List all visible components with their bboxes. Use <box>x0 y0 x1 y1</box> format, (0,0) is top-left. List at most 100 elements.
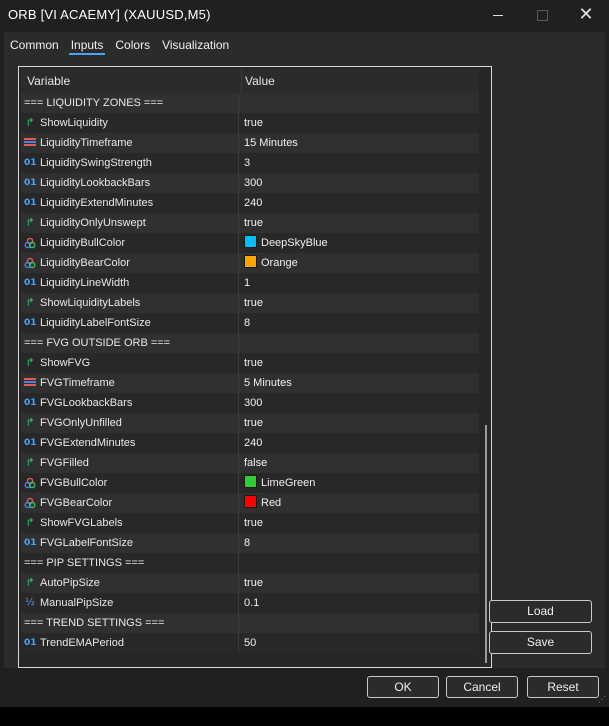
table-row[interactable]: ↱ ShowLiquidityLabels true <box>21 293 479 313</box>
variable-name: FVGOnlyUnfilled <box>40 417 122 429</box>
close-button[interactable]: ✕ <box>563 0 609 30</box>
value-cell[interactable]: 8 <box>242 313 250 333</box>
tab-visualization[interactable]: Visualization <box>156 32 235 56</box>
value-text: true <box>244 357 263 369</box>
value-cell[interactable]: 1 <box>242 273 250 293</box>
table-row[interactable]: ↱ ShowFVG true <box>21 353 479 373</box>
variable-cell: 01 LiquidityLookbackBars <box>21 173 239 193</box>
section-row[interactable]: === FVG OUTSIDE ORB === <box>21 333 479 353</box>
tab-inputs[interactable]: Inputs <box>65 32 110 56</box>
table-row[interactable]: ½ ManualPipSize 0.1 <box>21 593 479 613</box>
value-cell[interactable]: 3 <box>242 153 250 173</box>
value-cell[interactable]: 8 <box>242 533 250 553</box>
variable-cell: === PIP SETTINGS === <box>21 553 239 573</box>
load-button[interactable]: Load <box>489 600 592 623</box>
table-row[interactable]: LiquidityBearColor Orange <box>21 253 479 273</box>
bool-arrow-icon: ↱ <box>25 456 35 469</box>
ok-button[interactable]: OK <box>367 676 439 698</box>
variable-name: LiquidityBearColor <box>40 257 130 269</box>
table-row[interactable]: 01 LiquidityLookbackBars 300 <box>21 173 479 193</box>
value-cell[interactable]: 300 <box>242 393 262 413</box>
reset-button[interactable]: Reset <box>527 676 599 698</box>
grid-scrollbar[interactable] <box>485 425 487 663</box>
save-button[interactable]: Save <box>489 631 592 654</box>
value-cell[interactable]: Orange <box>242 253 298 273</box>
maximize-icon <box>536 9 548 21</box>
variable-cell: 01 LiquidityExtendMinutes <box>21 193 239 213</box>
variable-cell: ↱ FVGOnlyUnfilled <box>21 413 239 433</box>
value-cell[interactable]: true <box>242 573 263 593</box>
value-text: 15 Minutes <box>244 137 298 149</box>
table-row[interactable]: LiquidityBullColor DeepSkyBlue <box>21 233 479 253</box>
integer-icon: 01 <box>24 638 37 648</box>
value-cell[interactable]: 240 <box>242 433 262 453</box>
value-cell[interactable]: 15 Minutes <box>242 133 298 153</box>
bool-arrow-icon: ↱ <box>25 116 35 129</box>
table-row[interactable]: ↱ FVGOnlyUnfilled true <box>21 413 479 433</box>
value-cell[interactable]: 240 <box>242 193 262 213</box>
table-row[interactable]: 01 FVGExtendMinutes 240 <box>21 433 479 453</box>
variable-name: LiquidityBullColor <box>40 237 125 249</box>
table-row[interactable]: 01 LiquidityExtendMinutes 240 <box>21 193 479 213</box>
value-cell[interactable]: 300 <box>242 173 262 193</box>
variable-cell: ↱ FVGFilled <box>21 453 239 473</box>
table-row[interactable]: 01 LiquidityLabelFontSize 8 <box>21 313 479 333</box>
minimize-icon <box>493 14 503 16</box>
variable-cell: FVGBearColor <box>21 493 239 513</box>
value-cell[interactable]: true <box>242 513 263 533</box>
minimize-button[interactable] <box>475 0 521 30</box>
value-cell <box>242 553 244 573</box>
table-row[interactable]: ↱ ShowFVGLabels true <box>21 513 479 533</box>
variable-cell: LiquidityTimeframe <box>21 133 239 153</box>
value-cell[interactable]: 50 <box>242 633 256 653</box>
value-text: 5 Minutes <box>244 377 292 389</box>
value-cell[interactable]: Red <box>242 493 281 513</box>
variable-name: === TREND SETTINGS === <box>24 617 165 629</box>
table-row[interactable]: 01 LiquiditySwingStrength 3 <box>21 153 479 173</box>
column-header-value[interactable]: Value <box>242 69 275 93</box>
resize-grip-icon[interactable]: ⋰ <box>598 696 606 704</box>
value-cell[interactable]: true <box>242 413 263 433</box>
variable-cell: === FVG OUTSIDE ORB === <box>21 333 239 353</box>
tab-colors[interactable]: Colors <box>109 32 156 56</box>
value-cell[interactable]: false <box>242 453 267 473</box>
value-cell[interactable]: DeepSkyBlue <box>242 233 328 253</box>
variable-cell: 01 FVGExtendMinutes <box>21 433 239 453</box>
table-row[interactable]: 01 TrendEMAPeriod 50 <box>21 633 479 653</box>
table-row[interactable]: LiquidityTimeframe 15 Minutes <box>21 133 479 153</box>
value-text: 3 <box>244 157 251 169</box>
tab-common[interactable]: Common <box>4 32 65 56</box>
value-text: 300 <box>244 177 263 189</box>
table-row[interactable]: 01 LiquidityLineWidth 1 <box>21 273 479 293</box>
table-row[interactable]: 01 FVGLookbackBars 300 <box>21 393 479 413</box>
integer-icon: 01 <box>24 158 37 168</box>
section-row[interactable]: === LIQUIDITY ZONES === <box>21 93 479 113</box>
table-row[interactable]: FVGBearColor Red <box>21 493 479 513</box>
table-row[interactable]: FVGTimeframe 5 Minutes <box>21 373 479 393</box>
section-row[interactable]: === TREND SETTINGS === <box>21 613 479 633</box>
maximize-button[interactable] <box>519 0 565 30</box>
value-cell[interactable]: true <box>242 353 263 373</box>
integer-icon: 01 <box>24 538 37 548</box>
value-cell[interactable]: LimeGreen <box>242 473 315 493</box>
table-row[interactable]: FVGBullColor LimeGreen <box>21 473 479 493</box>
table-row[interactable]: 01 FVGLabelFontSize 8 <box>21 533 479 553</box>
variable-name: ShowLiquidity <box>40 117 108 129</box>
color-swatch <box>244 475 257 488</box>
value-cell[interactable]: true <box>242 113 263 133</box>
value-cell[interactable]: true <box>242 213 263 233</box>
value-cell[interactable]: 5 Minutes <box>242 373 292 393</box>
value-cell[interactable]: 0.1 <box>242 593 259 613</box>
variable-cell: 01 FVGLookbackBars <box>21 393 239 413</box>
value-cell[interactable]: true <box>242 293 263 313</box>
table-row[interactable]: ↱ LiquidityOnlyUnswept true <box>21 213 479 233</box>
integer-icon: 01 <box>24 438 37 448</box>
section-row[interactable]: === PIP SETTINGS === <box>21 553 479 573</box>
table-row[interactable]: ↱ ShowLiquidity true <box>21 113 479 133</box>
grid-header: Variable Value <box>21 69 479 93</box>
table-row[interactable]: ↱ FVGFilled false <box>21 453 479 473</box>
cancel-button[interactable]: Cancel <box>446 676 518 698</box>
column-header-variable[interactable]: Variable <box>23 69 242 93</box>
table-row[interactable]: ↱ AutoPipSize true <box>21 573 479 593</box>
color-palette-icon <box>24 237 36 249</box>
